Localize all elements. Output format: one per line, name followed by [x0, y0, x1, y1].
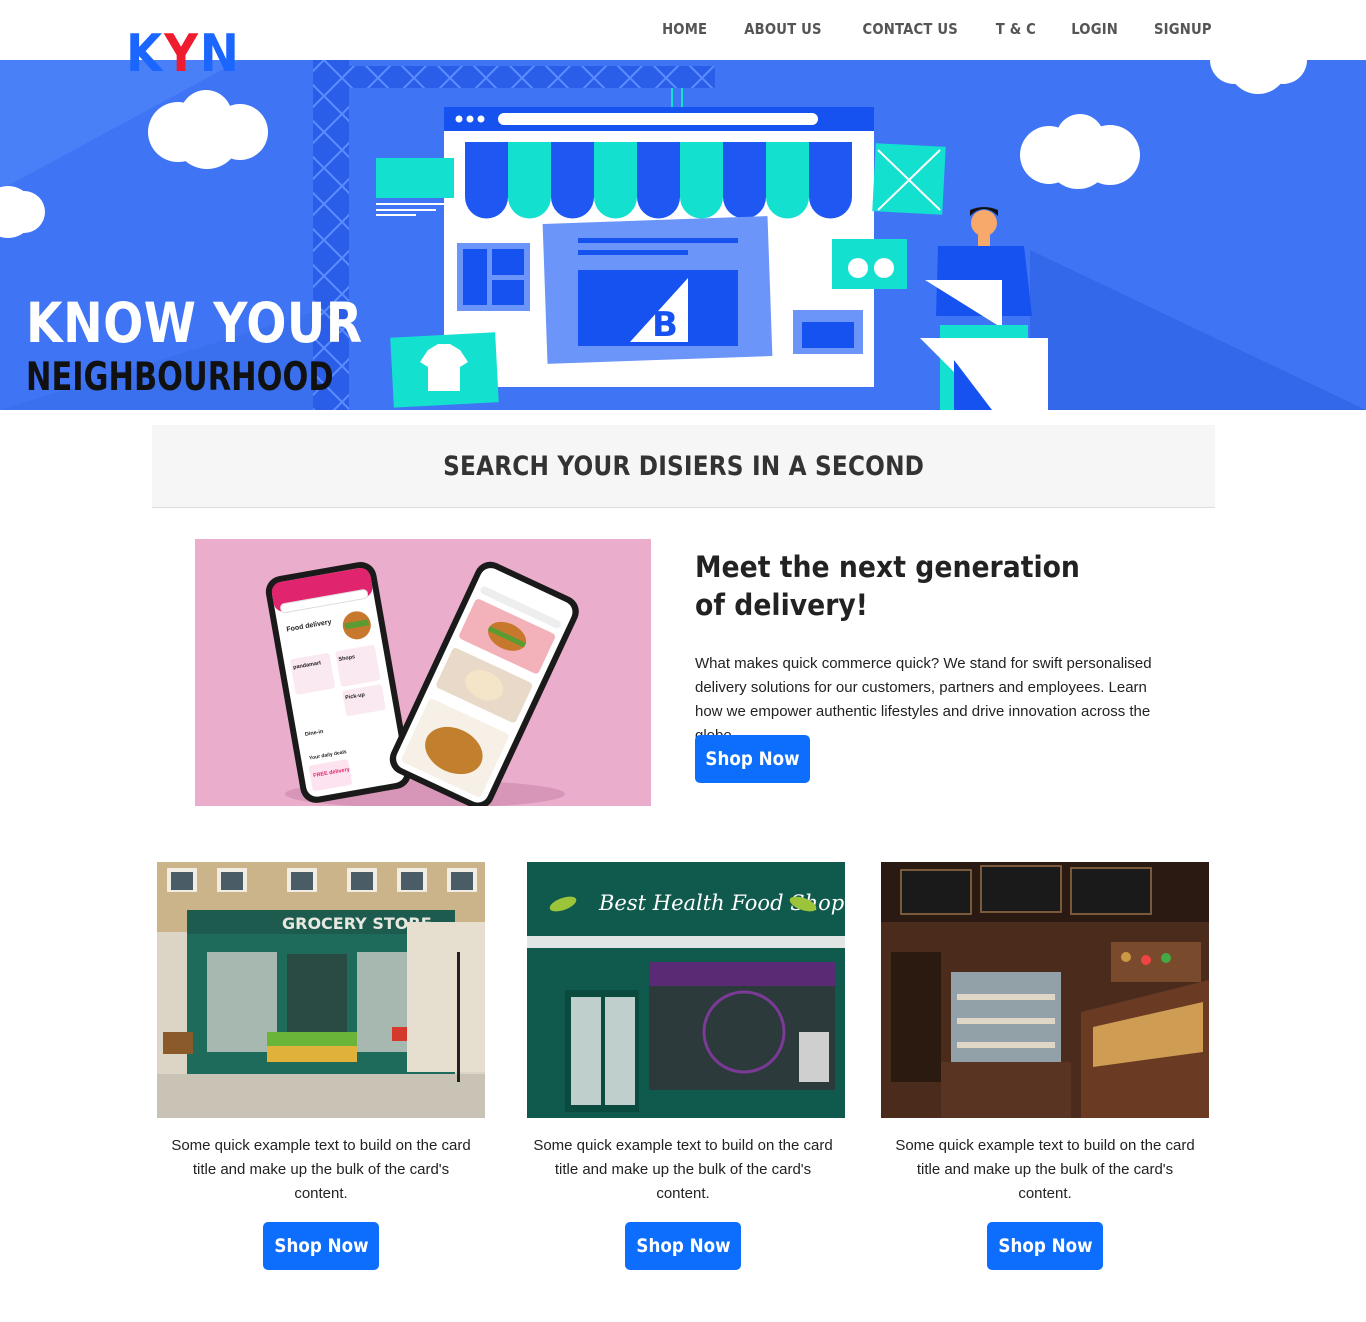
- svg-text:B: B: [652, 305, 678, 345]
- storefront-photo-icon: GROCERY STORE: [157, 862, 485, 1118]
- card-bakery-shop-now-label: Shop Now: [997, 1235, 1093, 1257]
- logo-letter-k: K: [126, 24, 165, 84]
- hero-banner: B KNOW YOUR NEIGHBOURHOOD: [0, 60, 1366, 410]
- hero-title: KNOW YOUR: [26, 291, 363, 355]
- phone-mockup-icon: Food delivery pandamart Shops Pick-up Di…: [195, 539, 651, 806]
- feature-section: Meet the next generation of delivery! Wh…: [695, 548, 1185, 748]
- bakery-counter-image: [881, 862, 1209, 1118]
- bakery-photo-icon: [881, 862, 1209, 1118]
- nav-signup[interactable]: SIGNUP: [1154, 20, 1212, 38]
- card-grocery-store: GROCERY STORE Some quick example text to…: [157, 862, 485, 1270]
- card-health-food-shop: Best Health Food Shop Some quick example…: [519, 862, 847, 1270]
- storefront-icon: B: [444, 107, 874, 387]
- nav-login[interactable]: LOGIN: [1071, 20, 1118, 38]
- feature-body: What makes quick commerce quick? We stan…: [695, 655, 1152, 744]
- card-text-bakery: Some quick example text to build on the …: [895, 1137, 1195, 1202]
- card-health-shop-now-button[interactable]: Shop Now: [625, 1222, 741, 1270]
- mail-icon: [872, 143, 946, 215]
- card-bakery-counter: Some quick example text to build on the …: [881, 862, 1209, 1270]
- nav-about-us[interactable]: ABOUT US: [744, 20, 821, 38]
- logo-letter-y: Y: [164, 24, 200, 84]
- tshirt-icon: [390, 332, 499, 408]
- nav-terms[interactable]: T & C: [996, 20, 1036, 38]
- feature-shop-now-label: Shop Now: [705, 748, 800, 770]
- card-health-shop-now-label: Shop Now: [635, 1235, 731, 1257]
- nav-contact-us[interactable]: CONTACT US: [862, 20, 957, 38]
- logo-letter-n: N: [199, 24, 241, 84]
- card-grocery-shop-now-label: Shop Now: [273, 1235, 369, 1257]
- nav-links: HOME ABOUT US CONTACT US T & C LOGIN SIG…: [659, 20, 1216, 38]
- nav-home[interactable]: HOME: [662, 20, 707, 38]
- card-grocery-shop-now-button[interactable]: Shop Now: [263, 1222, 379, 1270]
- feature-shop-now-button[interactable]: Shop Now: [695, 735, 810, 783]
- grocery-store-image: GROCERY STORE: [157, 862, 485, 1118]
- card-text-health: Some quick example text to build on the …: [533, 1137, 833, 1202]
- card-bakery-shop-now-button[interactable]: Shop Now: [987, 1222, 1103, 1270]
- search-banner-heading: SEARCH YOUR DISIERS IN A SECOND: [443, 450, 924, 482]
- brand-logo[interactable]: KYN: [126, 28, 241, 80]
- hero-subtitle: NEIGHBOURHOOD: [26, 355, 334, 400]
- delivery-app-image: Food delivery pandamart Shops Pick-up Di…: [195, 539, 651, 806]
- glasses-icon: [832, 239, 907, 289]
- storefront-photo-icon: Best Health Food Shop: [519, 862, 847, 1118]
- search-banner: SEARCH YOUR DISIERS IN A SECOND: [152, 425, 1215, 508]
- feature-heading: Meet the next generation of delivery!: [695, 550, 1080, 622]
- health-food-shop-image: Best Health Food Shop: [519, 862, 847, 1118]
- card-text-grocery: Some quick example text to build on the …: [171, 1137, 471, 1202]
